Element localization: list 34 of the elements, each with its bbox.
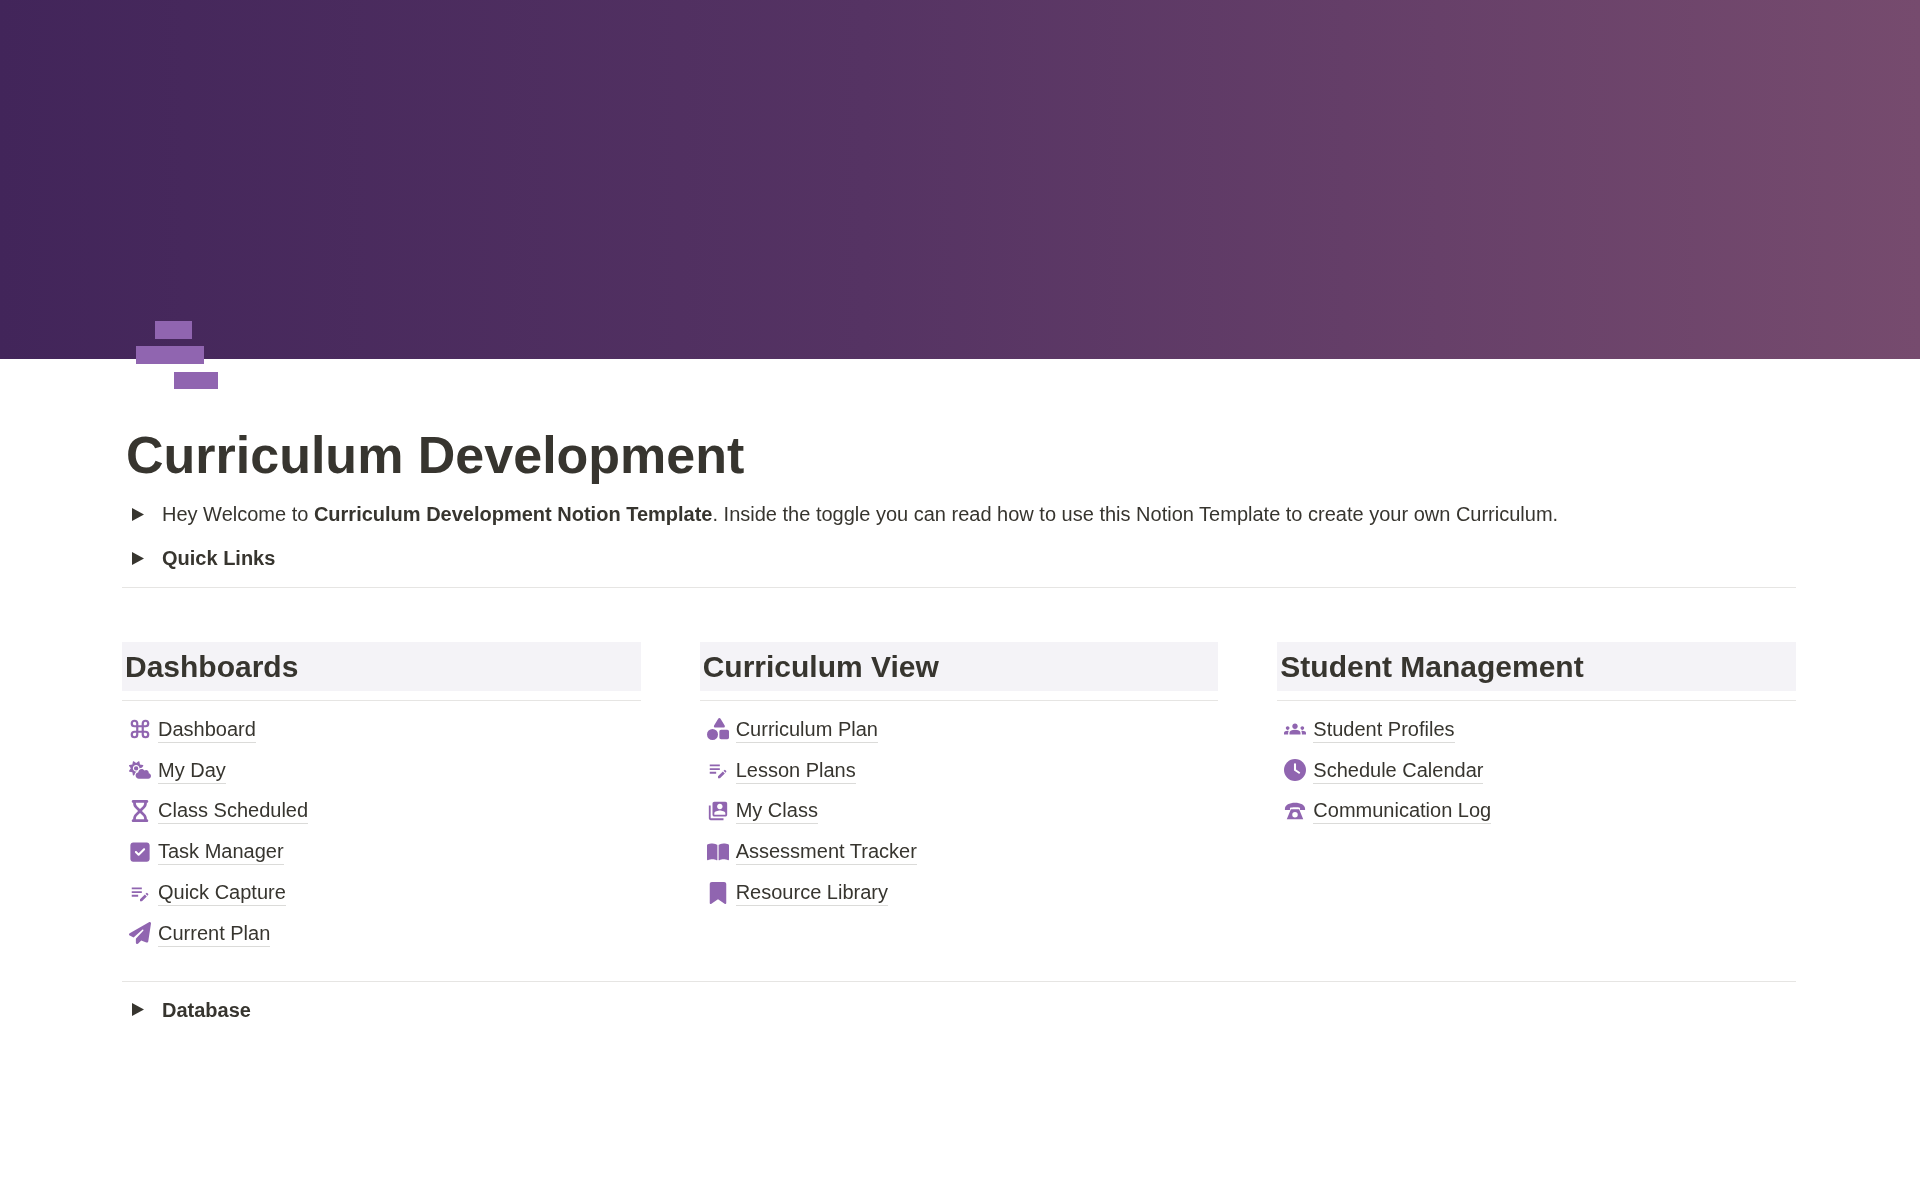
toggle-text: Quick Links [162, 546, 276, 571]
open-book-icon [706, 840, 729, 863]
caret-icon[interactable] [132, 507, 144, 521]
page-link[interactable]: Curriculum Plan [699, 709, 878, 750]
command-icon [129, 718, 151, 741]
page-link[interactable]: Assessment Tracker [699, 831, 917, 873]
person-card-icon [706, 800, 729, 822]
section-heading: Dashboards [122, 642, 641, 691]
caret-icon[interactable] [132, 551, 144, 565]
paper-plane-icon [129, 922, 151, 945]
page-title: Curriculum Development [126, 425, 746, 486]
caret-icon[interactable] [132, 1003, 144, 1017]
page-link[interactable]: Dashboard [122, 709, 256, 750]
page-link[interactable]: Schedule Calendar [1277, 749, 1484, 791]
section-heading: Student Management [1277, 642, 1796, 691]
toggle-text: Hey Welcome to Curriculum Development Notion Template. Inside the toggle you can read how to use this Notion Template to create your own Curriculum. [162, 502, 1559, 527]
page-link[interactable]: Quick Capture [122, 872, 286, 913]
toggle-text: Database [162, 997, 251, 1023]
page-link[interactable]: Lesson Plans [699, 749, 856, 791]
page-link[interactable]: Current Plan [122, 913, 271, 954]
clock-icon [1284, 759, 1307, 782]
page-link[interactable]: Student Profiles [1277, 709, 1455, 750]
page-link[interactable]: My Day [122, 749, 226, 791]
page-icon [136, 321, 218, 389]
page-link[interactable]: Resource Library [699, 872, 888, 913]
page-link[interactable]: Class Scheduled [122, 790, 309, 832]
shapes-icon [706, 718, 729, 741]
telephone-icon [1284, 800, 1307, 822]
page-link[interactable]: Communication Log [1277, 790, 1492, 832]
section-heading: Curriculum View [699, 642, 1219, 691]
cloud-sun-icon [129, 759, 151, 782]
hourglass-icon [129, 800, 151, 822]
page-link[interactable]: Task Manager [122, 831, 284, 873]
page-link[interactable]: My Class [699, 790, 818, 832]
